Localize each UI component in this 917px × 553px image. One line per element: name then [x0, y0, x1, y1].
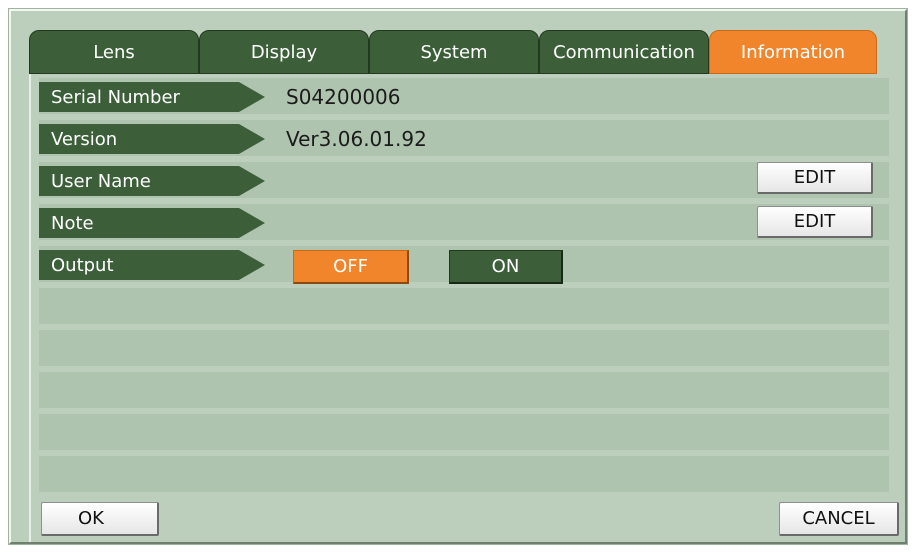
- version-label-text: Version: [51, 128, 118, 150]
- output-label: Output: [39, 250, 265, 280]
- stripe: [39, 288, 889, 324]
- stripe: [39, 456, 889, 492]
- tab-display[interactable]: Display: [199, 30, 369, 74]
- version-label: Version: [39, 124, 265, 154]
- output-label-text: Output: [51, 254, 114, 276]
- serial-number-label: Serial Number: [39, 82, 265, 112]
- stripe: [39, 330, 889, 366]
- information-panel: Serial Number S04200006 Version Ver3.06.…: [29, 74, 899, 542]
- output-off-button[interactable]: OFF: [293, 250, 409, 284]
- user-name-label-text: User Name: [51, 170, 151, 192]
- cancel-button[interactable]: CANCEL: [779, 502, 899, 536]
- tab-system[interactable]: System: [369, 30, 539, 74]
- information-dialog: Lens Display System Communication Inform…: [8, 8, 908, 545]
- output-on-button[interactable]: ON: [449, 250, 563, 284]
- tab-bar: Lens Display System Communication Inform…: [29, 30, 877, 74]
- tab-information[interactable]: Information: [709, 30, 877, 74]
- version-value: Ver3.06.01.92: [286, 127, 427, 151]
- note-label-text: Note: [51, 212, 94, 234]
- user-name-label: User Name: [39, 166, 265, 196]
- stripe: [39, 414, 889, 450]
- user-name-edit-button[interactable]: EDIT: [757, 162, 873, 194]
- tab-lens[interactable]: Lens: [29, 30, 199, 74]
- stripe: [39, 372, 889, 408]
- serial-number-label-text: Serial Number: [51, 86, 180, 108]
- note-edit-button[interactable]: EDIT: [757, 206, 873, 238]
- ok-button[interactable]: OK: [41, 502, 159, 536]
- tab-communication[interactable]: Communication: [539, 30, 709, 74]
- serial-number-value: S04200006: [286, 85, 401, 109]
- note-label: Note: [39, 208, 265, 238]
